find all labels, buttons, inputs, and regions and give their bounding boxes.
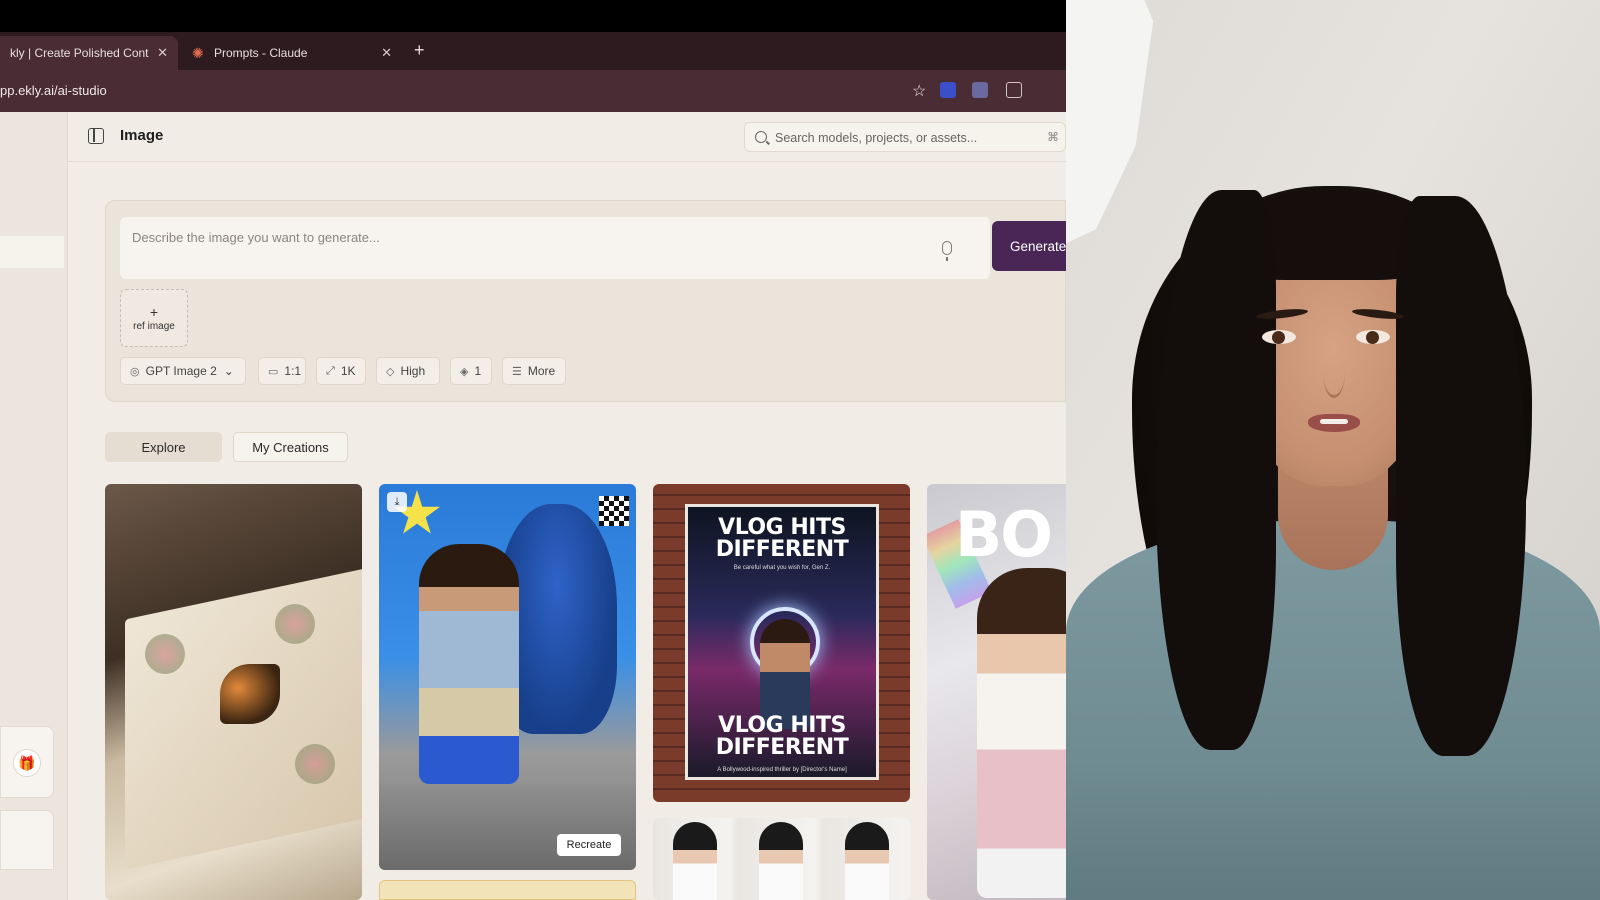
close-tab-icon[interactable]: ✕ [381,45,392,61]
extension-icon[interactable] [940,82,956,98]
chevron-down-icon: ⌄ [223,364,234,378]
sidebar-active-item[interactable] [0,236,64,268]
flower-illustration [295,744,335,784]
model-select[interactable]: ◎ GPT Image 2 ⌄ [120,357,246,385]
tab-bar: kly | Create Polished Conten ✕ ✺ Prompts… [0,32,1066,70]
microphone-icon[interactable] [942,241,952,261]
browser-window: kly | Create Polished Conten ✕ ✺ Prompts… [0,0,1066,900]
poster-tagline: Be careful what you wish for, Gen Z. [733,565,831,571]
lamp-illustration [1066,0,1154,250]
resolution-label: 1K [340,364,356,378]
gallery-card-portraits[interactable] [653,818,910,900]
poster-title: VLOG HITS DIFFERENT [715,515,849,562]
gallery-card-partial[interactable] [379,880,636,900]
page-header: Image ⌘ [68,112,1066,162]
eye-illustration [1262,330,1296,344]
flower-illustration [275,604,315,644]
nose-illustration [1323,346,1345,398]
concrete-block-illustration [379,784,636,870]
search-box[interactable]: ⌘ [744,122,1066,152]
person-illustration [759,822,803,900]
command-key-icon: ⌘ [1047,130,1059,144]
toggle-sidebar-icon[interactable] [88,128,104,144]
ref-image-button[interactable]: + ref image [120,289,188,347]
extensions-puzzle-icon[interactable] [1006,82,1022,98]
aspect-ratio-icon: ▭ [268,365,279,378]
tab-title: kly | Create Polished Conten [10,46,150,60]
quality-label: High [400,364,426,378]
tab-my-creations[interactable]: My Creations [233,432,348,462]
bookmark-star-icon[interactable]: ☆ [912,81,926,101]
person-illustration [419,544,519,784]
butterfly-illustration [220,664,280,724]
address-bar[interactable]: pp.ekly.ai/ai-studio ☆ [0,70,1066,112]
app-area: 🎁 Image ⌘ Generate [0,112,1066,900]
tab-ekly[interactable]: kly | Create Polished Conten ✕ [0,36,178,70]
download-icon[interactable]: ⤓ [387,492,407,512]
screen: kly | Create Polished Conten ✕ ✺ Prompts… [0,0,1600,900]
gallery-card-streetwear[interactable]: ⤓ Recreate [379,484,636,870]
gift-icon[interactable]: 🎁 [13,749,41,777]
search-icon [755,131,767,143]
gallery-card-vlog-poster[interactable]: VLOG HITS DIFFERENT Be careful what you … [653,484,910,802]
sliders-icon: ☰ [512,365,522,378]
model-label: GPT Image 2 [145,364,217,378]
count-button[interactable]: ◈ 1 [450,357,492,385]
prompt-composer: Generate + ref image ◎ GPT Image 2 ⌄ ▭ 1… [105,200,1066,402]
gallery-card-butterfly-book[interactable] [105,484,362,900]
extension-icon[interactable] [972,82,988,98]
tab-title: Prompts - Claude [214,46,308,60]
poster-credit: A Bollywood-inspired thriller by [Direct… [717,767,847,773]
new-tab-button[interactable]: + [414,40,425,61]
generate-button[interactable]: Generate [992,221,1066,271]
presenter-video [1066,0,1600,900]
page-title: Image [120,127,164,144]
mouth-illustration [1308,414,1360,432]
image-gallery: ⤓ Recreate VLOG HITS DIFFERENT Be carefu… [105,482,1066,900]
resolution-button[interactable]: ⤢ 1K [316,357,366,385]
flower-illustration [145,634,185,674]
more-options-button[interactable]: ☰ More [502,357,566,385]
person-illustration [673,822,717,900]
claude-favicon-icon: ✺ [192,45,204,61]
person-illustration [977,568,1066,898]
plus-icon: + [149,303,159,320]
sidebar-profile-card[interactable] [0,810,54,870]
prompt-box[interactable] [120,217,990,279]
hair-illustration [1396,196,1526,756]
quality-button[interactable]: ◇ High [376,357,440,385]
count-label: 1 [474,364,482,378]
model-icon: ◎ [130,365,140,378]
more-label: More [527,364,556,378]
aspect-ratio-button[interactable]: ▭ 1:1 [258,357,306,385]
tab-explore[interactable]: Explore [105,432,222,462]
close-tab-icon[interactable]: ✕ [157,45,168,61]
layers-icon: ◈ [460,365,469,378]
ad-headline: BO [955,498,1053,571]
resize-icon: ⤢ [326,364,335,377]
left-sidebar: 🎁 [0,112,68,900]
recreate-button[interactable]: Recreate [557,834,621,856]
sidebar-promo-card[interactable]: 🎁 [0,726,54,798]
search-input[interactable] [775,128,1035,148]
checkered-flag-illustration [599,496,629,526]
ref-image-label: ref image [133,320,175,332]
diamond-icon: ◇ [386,365,395,378]
eye-illustration [1356,330,1390,344]
gallery-card-fashion-ad[interactable]: BO [927,484,1066,900]
url-text[interactable]: pp.ekly.ai/ai-studio [0,83,107,98]
poster-bottom-title: VLOG HITS DIFFERENT [715,713,849,760]
prompt-input[interactable] [132,230,922,266]
movie-poster: VLOG HITS DIFFERENT Be careful what you … [685,504,879,780]
tab-claude[interactable]: ✺ Prompts - Claude ✕ [182,36,402,70]
aspect-ratio-label: 1:1 [284,364,302,378]
person-illustration [845,822,889,900]
